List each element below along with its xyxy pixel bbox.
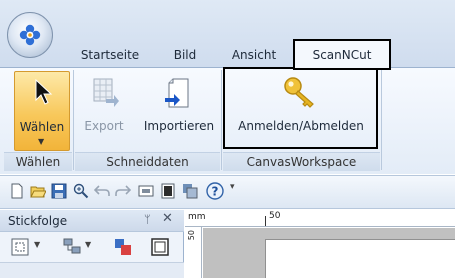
group-divider [73, 70, 74, 170]
importieren-button[interactable]: Importieren [140, 71, 218, 149]
panel-toolbar-row [0, 262, 184, 278]
scanncut-highlight-frame [223, 67, 378, 149]
svg-text:?: ? [212, 185, 219, 199]
export-button-label: Export [84, 119, 124, 133]
group-divider [221, 70, 222, 170]
dropdown-arrow-icon[interactable]: ▼ [85, 240, 91, 249]
redo-icon[interactable] [115, 183, 131, 199]
waehlen-button-label: Wählen [19, 120, 65, 134]
tab-bild[interactable]: Bild [163, 46, 207, 67]
color-order-icon[interactable] [113, 237, 133, 257]
save-icon[interactable] [51, 183, 67, 199]
ruler-left: 50 [185, 227, 202, 278]
frame-view-icon[interactable] [150, 237, 170, 257]
dropdown-arrow-icon: ▼ [38, 137, 45, 146]
close-icon[interactable]: ✕ [162, 211, 173, 226]
help-icon[interactable]: ? [206, 182, 224, 200]
page-view-icon[interactable] [160, 183, 176, 199]
group-order-icon[interactable] [62, 237, 82, 257]
new-file-icon[interactable] [9, 183, 25, 199]
quick-access-toolbar [0, 175, 455, 209]
zoom-icon[interactable] [73, 183, 89, 199]
layers-icon[interactable] [182, 183, 198, 199]
ruler-left-label: 50 [187, 230, 196, 241]
view-box-icon[interactable] [138, 183, 154, 199]
tab-scanncut[interactable]: ScanNCut [293, 39, 391, 70]
group-label-canvasworkspace: CanvasWorkspace [223, 152, 380, 171]
group-divider [381, 70, 382, 170]
pin-icon[interactable]: ᛘ [144, 213, 151, 226]
ruler-label-50: 50 [269, 211, 281, 221]
customize-toolbar-dropdown-icon[interactable]: ▾ [230, 182, 235, 192]
export-button[interactable]: Export [76, 71, 132, 149]
group-label-schneiddaten: Schneiddaten [75, 152, 220, 171]
stickfolge-panel-header: Stickfolge [0, 210, 184, 232]
ruler-top: mm 50 [185, 210, 455, 227]
select-frame-icon[interactable] [10, 237, 30, 257]
pointer-arrow-icon [35, 78, 53, 105]
ruler-unit-label: mm [188, 212, 206, 222]
tab-ansicht[interactable]: Ansicht [222, 46, 286, 67]
open-folder-icon[interactable] [30, 183, 46, 199]
group-label-waehlen: Wählen [4, 152, 72, 171]
undo-icon[interactable] [94, 183, 110, 199]
dropdown-arrow-icon[interactable]: ▼ [34, 240, 40, 249]
panel-title: Stickfolge [8, 214, 68, 228]
app-logo-icon [19, 24, 41, 46]
tab-startseite[interactable]: Startseite [73, 46, 147, 67]
import-icon [165, 78, 189, 108]
export-icon [93, 78, 119, 107]
waehlen-button[interactable]: Wählen ▼ [14, 71, 70, 151]
importieren-button-label: Importieren [143, 119, 215, 133]
ruler-tick [265, 216, 266, 226]
canvas-page[interactable] [265, 239, 455, 278]
application-menu-button[interactable] [7, 12, 53, 58]
